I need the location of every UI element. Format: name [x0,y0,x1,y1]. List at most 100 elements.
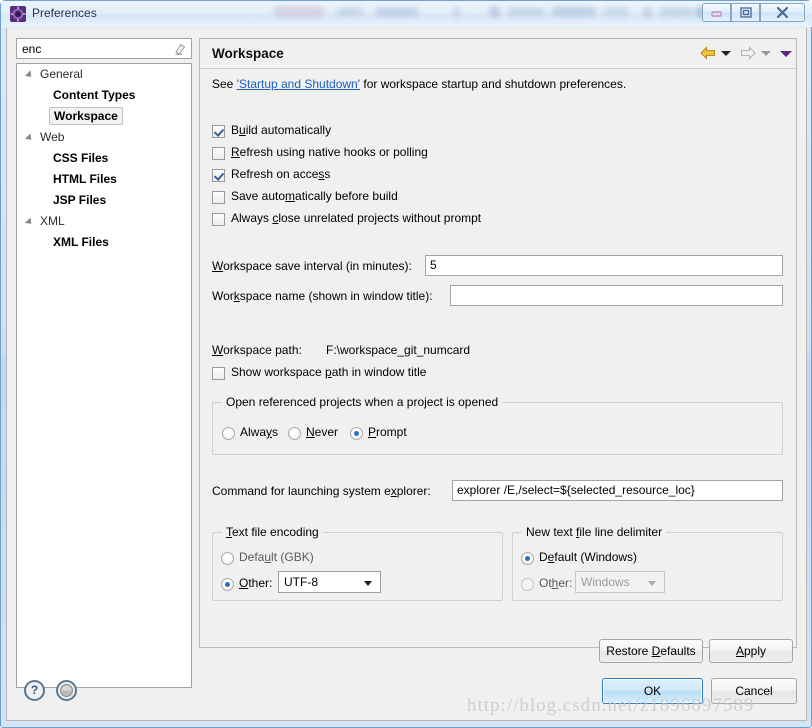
back-history-chevron-down-icon[interactable] [721,51,731,56]
watermark-text: http://blog.csdn.net/z1896897589 [467,695,755,716]
encoding-combo[interactable]: UTF-8 [278,571,381,593]
checkbox-box[interactable] [212,125,225,138]
line-delimiter-group: New text file line delimiter Default (Wi… [512,525,783,601]
page-title: Workspace [212,46,284,61]
checkbox-label: Show workspace path in window title [231,365,427,379]
blurred-background-content [551,7,597,16]
tree-item-general[interactable]: General [17,64,191,85]
page-header: Workspace [200,39,796,69]
radio-button[interactable] [288,427,301,440]
forward-history-chevron-down-icon [761,51,771,56]
tree-item-content-types[interactable]: Content Types [17,85,191,106]
startup-shutdown-link[interactable]: 'Startup and Shutdown' [237,77,360,91]
page-description: See 'Startup and Shutdown' for workspace… [212,77,626,91]
description-prefix: See [212,77,237,91]
radio-label: Never [306,425,339,439]
forward-arrow-icon [740,46,756,60]
workspace-name-label: Workspace name (shown in window title): [212,289,433,303]
workspace-path-label: Workspace path: [212,343,302,357]
help-question-icon[interactable]: ? [24,680,45,701]
blurred-background-content [453,7,461,17]
blurred-background-content [375,8,419,16]
radio-label: Prompt [368,425,407,439]
delimiter-combo[interactable]: Windows [575,571,665,593]
radio-button[interactable] [521,552,534,565]
radio-label: Other: [239,576,273,590]
checkbox-label: Refresh on access [231,167,331,181]
tree-item-label: JSP Files [53,193,107,207]
explorer-command-label: Command for launching system explorer: [212,484,431,498]
checkbox-box[interactable] [212,191,225,204]
tree-item-jsp-files[interactable]: JSP Files [17,190,191,211]
back-arrow-icon[interactable] [700,46,715,60]
radio-label: Always [240,425,279,439]
radio-label: Default (Windows) [539,550,638,564]
blurred-background-content [507,8,545,16]
window-title: Preferences [32,6,97,20]
title-bar: Preferences [1,1,812,27]
apply-button[interactable]: Apply [709,639,793,663]
workspace-preference-page: Workspace See 'Startup and Shutdown' for… [199,38,797,663]
blurred-background-content [643,7,652,18]
blurred-background-content [337,8,363,16]
radio-button[interactable] [221,552,234,565]
tree-item-label: Workspace [49,107,123,125]
restore-defaults-button[interactable]: Restore Defaults [599,639,703,663]
tree-item-xml-files[interactable]: XML Files [17,232,191,253]
radio-button[interactable] [221,578,234,591]
blurred-background-content [659,8,693,16]
radio-label: Default (GBK) [239,550,314,564]
search-input[interactable]: enc [22,42,41,56]
delimiter-combo-value: Windows [581,575,630,589]
preferences-tree[interactable]: General Content Types Workspace Web CSS … [16,63,192,688]
blurred-background-content [603,8,629,16]
expand-triangle-icon[interactable] [24,217,35,227]
open-referenced-projects-group: Open referenced projects when a project … [212,395,783,455]
tree-item-label: General [40,67,83,81]
radio-label: Other: [539,576,573,590]
tree-item-label: HTML Files [53,172,117,186]
checkbox-box[interactable] [212,169,225,182]
checkbox-box[interactable] [212,213,225,226]
checkbox-label: Build automatically [231,123,332,137]
expand-triangle-icon[interactable] [24,133,35,143]
tree-item-workspace[interactable]: Workspace [17,106,191,127]
explorer-command-input[interactable]: explorer /E,/select=${selected_resource_… [452,480,783,501]
preferences-window: Preferences enc General Content Types Wo… [0,0,812,728]
tree-item-label: CSS Files [53,151,109,165]
minimize-button[interactable] [702,3,731,22]
chevron-down-icon[interactable] [364,581,372,586]
group-title: Text file encoding [222,525,323,539]
tree-item-css-files[interactable]: CSS Files [17,148,191,169]
radio-button[interactable] [222,427,235,440]
save-interval-label: Workspace save interval (in minutes): [212,259,412,273]
tree-item-html-files[interactable]: HTML Files [17,169,191,190]
checkbox-label: Refresh using native hooks or polling [231,145,428,159]
chevron-down-icon[interactable] [648,581,656,586]
save-interval-input[interactable]: 5 [425,255,783,276]
view-menu-chevron-down-icon[interactable] [780,51,792,57]
checkbox-label: Save automatically before build [231,189,398,203]
checkbox-box[interactable] [212,367,225,380]
filter-search-box[interactable]: enc [16,38,192,59]
preferences-dialog-body: enc General Content Types Workspace Web … [6,28,807,721]
tree-item-label: XML [40,214,65,228]
eraser-clear-icon[interactable] [173,42,187,56]
maximize-button[interactable] [731,3,760,22]
group-title: Open referenced projects when a project … [222,395,503,409]
tree-item-label: Content Types [53,88,136,102]
workspace-path-value: F:\workspace_git_numcard [326,343,471,357]
radio-button[interactable] [521,578,534,591]
close-button[interactable] [760,3,805,22]
expand-triangle-icon[interactable] [24,70,35,80]
options-circle-icon[interactable] [56,680,77,701]
description-suffix: for workspace startup and shutdown prefe… [360,77,627,91]
checkbox-box[interactable] [212,147,225,160]
radio-button[interactable] [350,427,363,440]
tree-item-xml[interactable]: XML [17,211,191,232]
blurred-background-content [489,6,500,18]
tree-item-web[interactable]: Web [17,127,191,148]
workspace-name-input[interactable] [450,285,783,306]
page-nav-controls [700,46,792,62]
tree-item-label: Web [40,130,65,144]
